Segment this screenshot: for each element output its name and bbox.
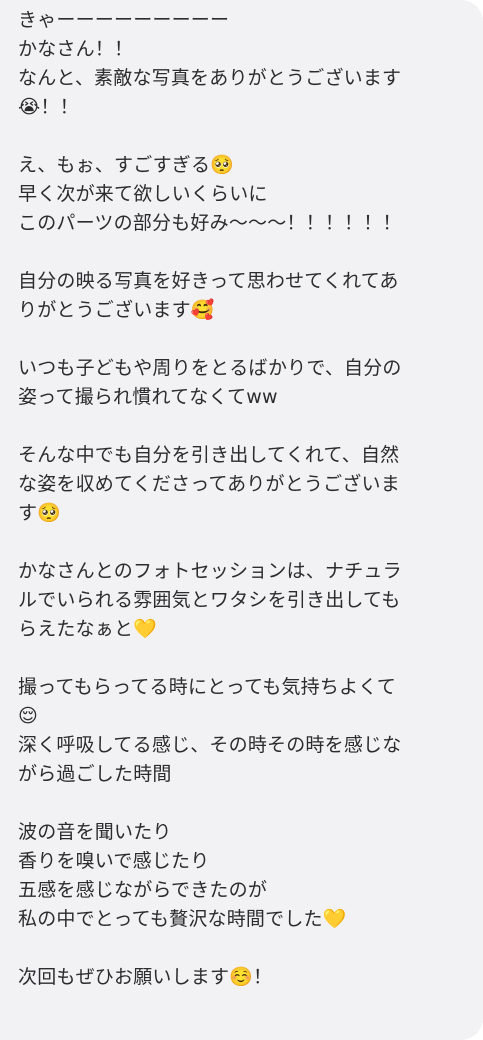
message-paragraph-2: え、もぉ、すごすぎる🥺 早く次が来て欲しいくらいに このパーツの部分も好み〜〜〜… <box>18 151 469 238</box>
message-line: このパーツの部分も好み〜〜〜！！！！！！ <box>18 212 402 234</box>
message-paragraph-3: 自分の映る写真を好きって思わせてくれてあ りがとうございます🥰 <box>18 267 469 325</box>
message-line: 深く呼吸してる感じ、その時その時を感じな <box>18 734 402 756</box>
message-line: いつも子どもや周りをとるばかりで、自分の <box>18 357 402 379</box>
message-paragraph-8: 波の音を聞いたり 香りを嗅いで感じたり 五感を感じながらできたのが 私の中でとっ… <box>18 818 469 934</box>
message-line: りがとうございます🥰 <box>18 299 215 321</box>
message-line: す🥺 <box>18 502 62 524</box>
message-line: 五感を感じながらできたのが <box>18 879 268 901</box>
message-line: 次回もぜひお願いします☺️！ <box>18 966 273 988</box>
message-line: 😭！！ <box>18 96 79 118</box>
message-line: らえたなぁと💛 <box>18 618 158 640</box>
message-line: え、もぉ、すごすぎる🥺 <box>18 154 235 176</box>
message-line: 波の音を聞いたり <box>18 821 172 843</box>
message-line: かなさん！！ <box>18 38 134 60</box>
message-line: かなさんとのフォトセッションは、ナチュラ <box>18 560 402 582</box>
message-line: 私の中でとっても贅沢な時間でした💛 <box>18 908 347 930</box>
message-paragraph-9: 次回もぜひお願いします☺️！ <box>18 963 469 992</box>
message-paragraph-1: きゃーーーーーーーーー かなさん！！ なんと、素敵な写真をありがとうございます … <box>18 6 469 122</box>
message-paragraph-4: いつも子どもや周りをとるばかりで、自分の 姿って撮られ慣れてなくてww <box>18 354 469 412</box>
message-line: きゃーーーーーーーーー <box>18 9 230 31</box>
message-paragraph-7: 撮ってもらってる時にとっても気持ちよくて 😌 深く呼吸してる感じ、その時その時を… <box>18 673 469 789</box>
message-line: がら過ごした時間 <box>18 763 172 785</box>
message-line: 😌 <box>18 705 39 727</box>
message-line: な姿を収めてくださってありがとうございま <box>18 473 400 495</box>
message-paragraph-6: かなさんとのフォトセッションは、ナチュラ ルでいられる雰囲気とワタシを引き出して… <box>18 557 469 644</box>
message-line: 早く次が来て欲しいくらいに <box>18 183 268 205</box>
message-line: そんな中でも自分を引き出してくれて、自然 <box>18 444 400 466</box>
message-line: 撮ってもらってる時にとっても気持ちよくて <box>18 676 397 698</box>
message-line: 姿って撮られ慣れてなくてww <box>18 386 278 408</box>
message-paragraph-5: そんな中でも自分を引き出してくれて、自然 な姿を収めてくださってありがとうござい… <box>18 441 469 528</box>
message-bubble: きゃーーーーーーーーー かなさん！！ なんと、素敵な写真をありがとうございます … <box>0 0 483 1040</box>
message-line: 自分の映る写真を好きって思わせてくれてあ <box>18 270 399 292</box>
message-line: ルでいられる雰囲気とワタシを引き出しても <box>18 589 401 611</box>
message-line: なんと、素敵な写真をありがとうございます <box>18 67 402 89</box>
message-line: 香りを嗅いで感じたり <box>18 850 210 872</box>
